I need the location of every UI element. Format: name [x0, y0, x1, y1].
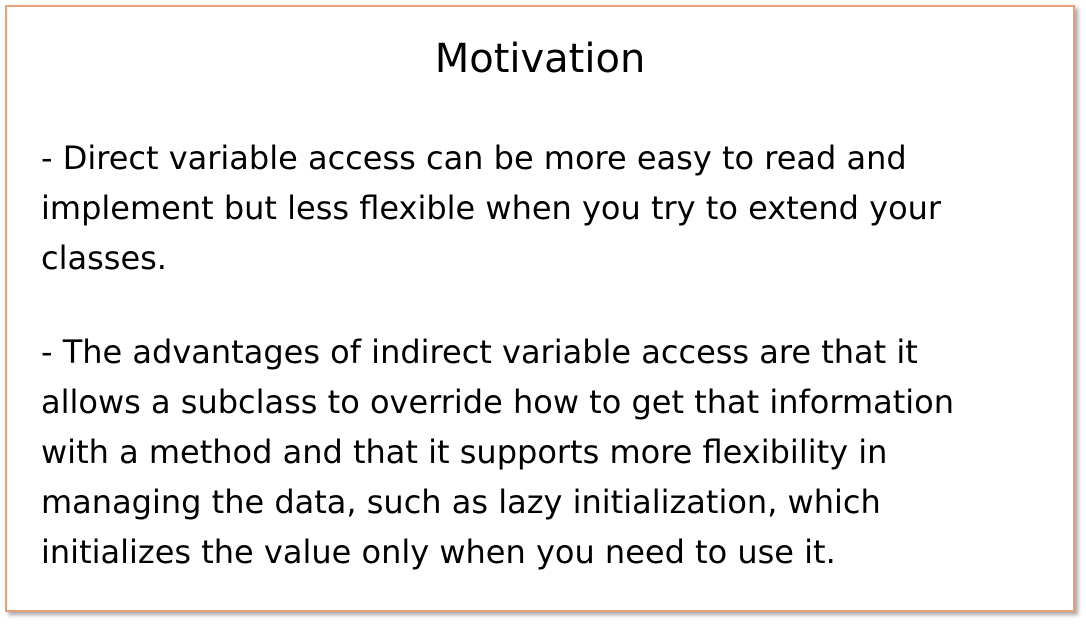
slide-title: Motivation — [434, 36, 646, 82]
bullet-2-line-5: initializes the value only when you need… — [41, 533, 836, 571]
bullet-1-line-1: - Direct variable access can be more eas… — [41, 139, 907, 177]
slide-frame: Motivation - Direct variable access can … — [5, 5, 1075, 612]
bullet-2-line-1: - The advantages of indirect variable ac… — [41, 333, 918, 371]
bullet-paragraph-1: - Direct variable access can be more eas… — [41, 133, 1061, 283]
bullet-1-line-2: implement but less flexible when you try… — [41, 189, 942, 227]
bullet-2-line-2: allows a subclass to override how to get… — [41, 383, 955, 421]
bullet-1-line-3: classes. — [41, 239, 167, 277]
bullet-paragraph-2: - The advantages of indirect variable ac… — [41, 327, 1061, 577]
bullet-2-line-4: managing the data, such as lazy initiali… — [41, 483, 881, 521]
bullet-2-line-3: with a method and that it supports more … — [41, 433, 888, 471]
